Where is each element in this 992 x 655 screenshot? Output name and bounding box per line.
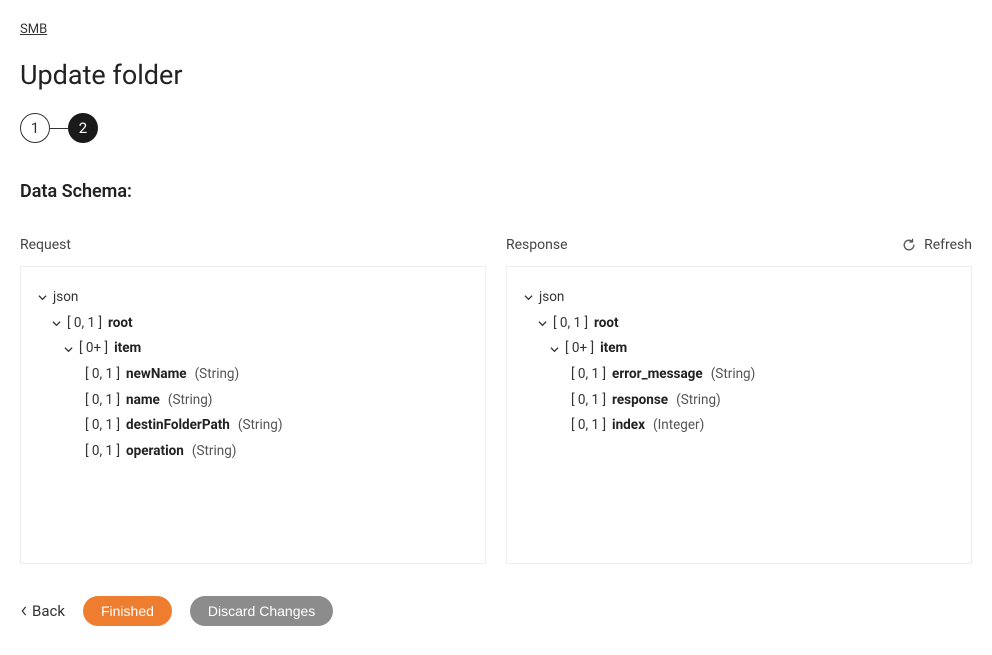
cardinality: [ 0, 1 ] [85, 413, 120, 439]
response-panel: json [ 0, 1 ] root [ 0+ ] item [ 0, 1 ] … [506, 266, 972, 564]
schema-container: Request json [ 0, 1 ] root [ 0+ ] [20, 234, 972, 564]
response-field-row[interactable]: [ 0, 1 ] index (Integer) [523, 413, 955, 439]
cardinality: [ 0, 1 ] [571, 413, 606, 439]
node-type: (String) [192, 439, 237, 465]
node-name: operation [126, 439, 184, 465]
response-root-row[interactable]: [ 0, 1 ] root [523, 311, 955, 337]
response-field-row[interactable]: [ 0, 1 ] response (String) [523, 388, 955, 414]
request-field-row[interactable]: [ 0, 1 ] newName (String) [37, 362, 469, 388]
node-type: (String) [195, 362, 240, 388]
section-title: Data Schema: [20, 181, 972, 202]
response-field-row[interactable]: [ 0, 1 ] error_message (String) [523, 362, 955, 388]
response-item-row[interactable]: [ 0+ ] item [523, 336, 955, 362]
cardinality: [ 0, 1 ] [571, 388, 606, 414]
cardinality: [ 0+ ] [565, 336, 594, 362]
step-1[interactable]: 1 [20, 113, 50, 143]
back-label: Back [32, 602, 65, 620]
node-name: root [594, 311, 619, 337]
request-field-row[interactable]: [ 0, 1 ] operation (String) [37, 439, 469, 465]
node-name: response [612, 388, 668, 414]
node-name: index [612, 413, 645, 439]
response-label: Response [506, 237, 568, 253]
page-title: Update folder [20, 59, 972, 91]
node-type: (String) [238, 413, 283, 439]
request-field-row[interactable]: [ 0, 1 ] destinFolderPath (String) [37, 413, 469, 439]
node-name: item [600, 336, 627, 362]
chevron-down-icon[interactable] [523, 293, 533, 302]
request-json-row[interactable]: json [37, 285, 469, 311]
request-label: Request [20, 237, 71, 253]
response-json-row[interactable]: json [523, 285, 955, 311]
back-button[interactable]: Back [20, 602, 65, 620]
node-type: (String) [711, 362, 756, 388]
cardinality: [ 0, 1 ] [85, 439, 120, 465]
chevron-down-icon[interactable] [63, 345, 73, 354]
cardinality: [ 0+ ] [79, 336, 108, 362]
footer-actions: Back Finished Discard Changes [20, 596, 972, 626]
breadcrumb-link[interactable]: SMB [20, 22, 47, 37]
node-name: item [114, 336, 141, 362]
cardinality: [ 0, 1 ] [85, 388, 120, 414]
chevron-left-icon [20, 602, 28, 620]
stepper: 1 2 [20, 113, 972, 143]
cardinality: [ 0, 1 ] [67, 311, 102, 337]
node-name: destinFolderPath [126, 413, 230, 439]
refresh-button[interactable]: Refresh [902, 237, 972, 253]
tree-node-label: json [539, 285, 564, 311]
request-panel: json [ 0, 1 ] root [ 0+ ] item [ 0, 1 ] … [20, 266, 486, 564]
step-2[interactable]: 2 [68, 113, 98, 143]
cardinality: [ 0, 1 ] [553, 311, 588, 337]
chevron-down-icon[interactable] [51, 319, 61, 328]
node-name: name [126, 388, 160, 414]
chevron-down-icon[interactable] [537, 319, 547, 328]
response-column: Response Refresh json [506, 234, 972, 564]
request-item-row[interactable]: [ 0+ ] item [37, 336, 469, 362]
chevron-down-icon[interactable] [37, 293, 47, 302]
node-type: (String) [676, 388, 721, 414]
step-connector [50, 128, 68, 129]
refresh-icon [902, 238, 916, 252]
node-name: newName [126, 362, 187, 388]
discard-changes-button[interactable]: Discard Changes [190, 596, 333, 626]
refresh-label: Refresh [924, 237, 972, 253]
request-field-row[interactable]: [ 0, 1 ] name (String) [37, 388, 469, 414]
node-type: (Integer) [653, 413, 704, 439]
request-root-row[interactable]: [ 0, 1 ] root [37, 311, 469, 337]
node-name: root [108, 311, 133, 337]
cardinality: [ 0, 1 ] [571, 362, 606, 388]
tree-node-label: json [53, 285, 78, 311]
cardinality: [ 0, 1 ] [85, 362, 120, 388]
node-type: (String) [168, 388, 213, 414]
request-column: Request json [ 0, 1 ] root [ 0+ ] [20, 234, 486, 564]
finished-button[interactable]: Finished [83, 596, 172, 626]
chevron-down-icon[interactable] [549, 345, 559, 354]
node-name: error_message [612, 362, 703, 388]
